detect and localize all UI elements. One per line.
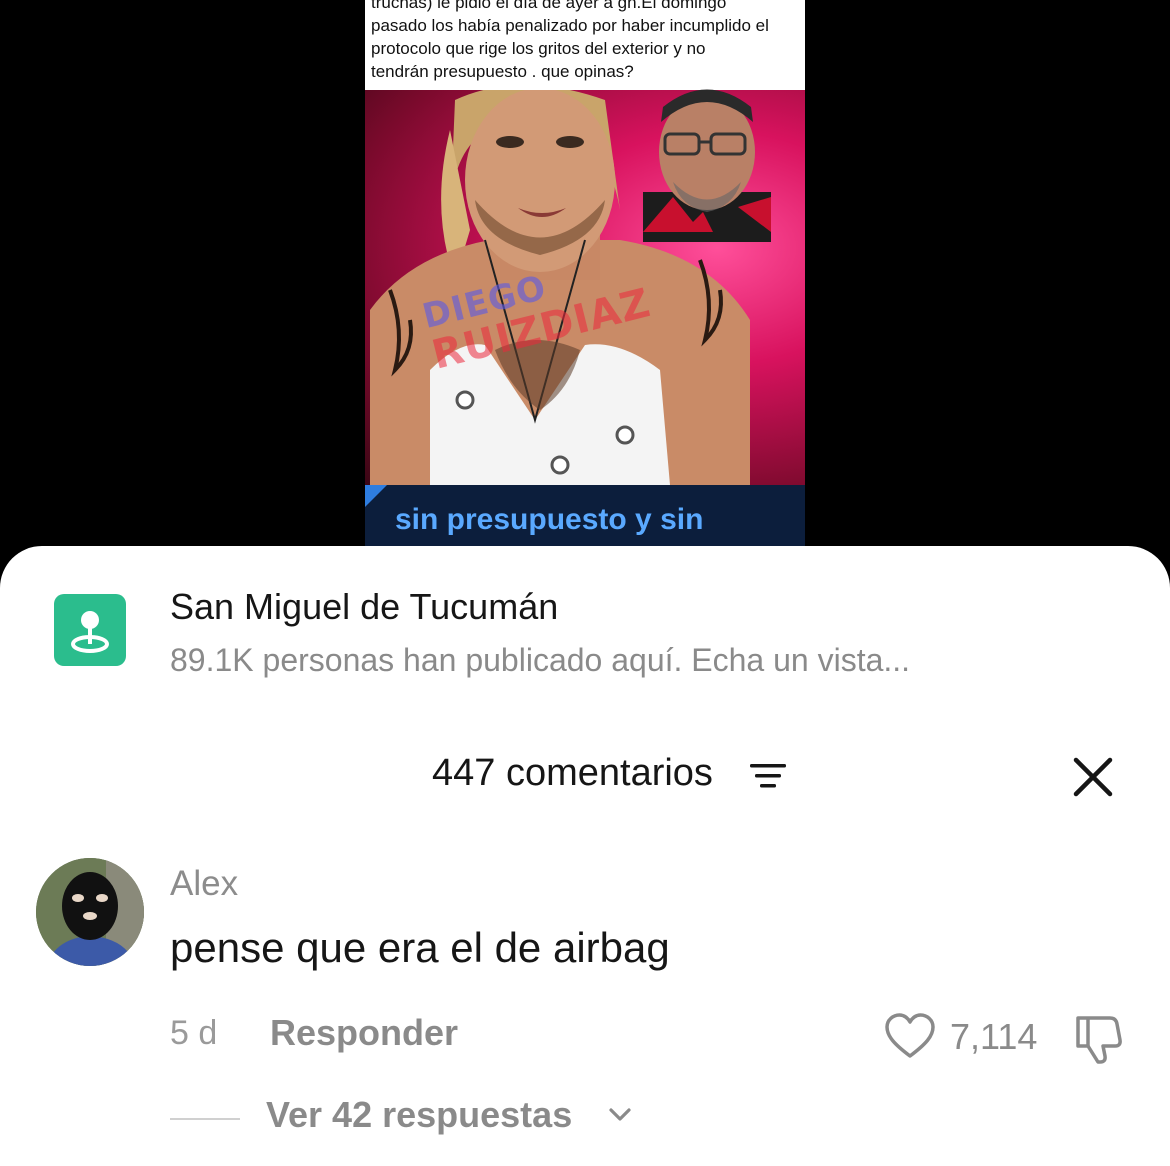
video-player[interactable]: truchas) le pidió el día de ayer a gh.El…: [365, 0, 805, 560]
thumbs-down-icon[interactable]: [1070, 1010, 1126, 1066]
comment-author[interactable]: Alex: [170, 864, 238, 904]
caption-line: truchas) le pidió el día de ayer a gh.El…: [371, 0, 727, 12]
video-frame: DIEGO RUIZDIAZ: [365, 89, 805, 485]
view-replies-button[interactable]: Ver 42 respuestas: [170, 1090, 770, 1140]
location-subtitle: 89.1K personas han publicado aquí. Echa …: [170, 642, 911, 678]
comments-sheet: San Miguel de Tucumán 89.1K personas han…: [0, 546, 1170, 1166]
video-caption: truchas) le pidió el día de ayer a gh.El…: [365, 0, 805, 90]
video-subtitle: sin presupuesto y sin: [395, 503, 704, 536]
comments-header: 447 comentarios: [0, 746, 1170, 806]
close-icon[interactable]: [1070, 754, 1116, 800]
like-count: 7,114: [950, 1016, 1038, 1057]
reply-button[interactable]: Responder: [270, 1012, 458, 1054]
caption-line: protocolo que rige los gritos del exteri…: [371, 39, 706, 58]
sort-lines-icon[interactable]: [750, 760, 788, 792]
comments-count-title: 447 comentarios: [432, 752, 713, 794]
location-banner[interactable]: San Miguel de Tucumán 89.1K personas han…: [0, 546, 1170, 696]
location-title: San Miguel de Tucumán: [170, 586, 559, 627]
heart-icon[interactable]: [884, 1012, 936, 1060]
view-replies-label: Ver 42 respuestas: [266, 1094, 573, 1135]
caption-line: pasado los había penalizado por haber in…: [371, 16, 769, 35]
divider: [170, 1118, 240, 1120]
inset-face-illustration: [643, 89, 771, 242]
chevron-down-icon: [609, 1108, 631, 1121]
comment-timestamp: 5 d: [170, 1014, 218, 1052]
comment-item: Alex pense que era el de airbag 5 d Resp…: [0, 854, 1170, 1135]
avatar[interactable]: [36, 858, 144, 966]
location-pin-icon: [54, 594, 126, 666]
comment-text: pense que era el de airbag: [170, 924, 670, 971]
caption-line: tendrán presupuesto . que opinas?: [371, 62, 634, 81]
